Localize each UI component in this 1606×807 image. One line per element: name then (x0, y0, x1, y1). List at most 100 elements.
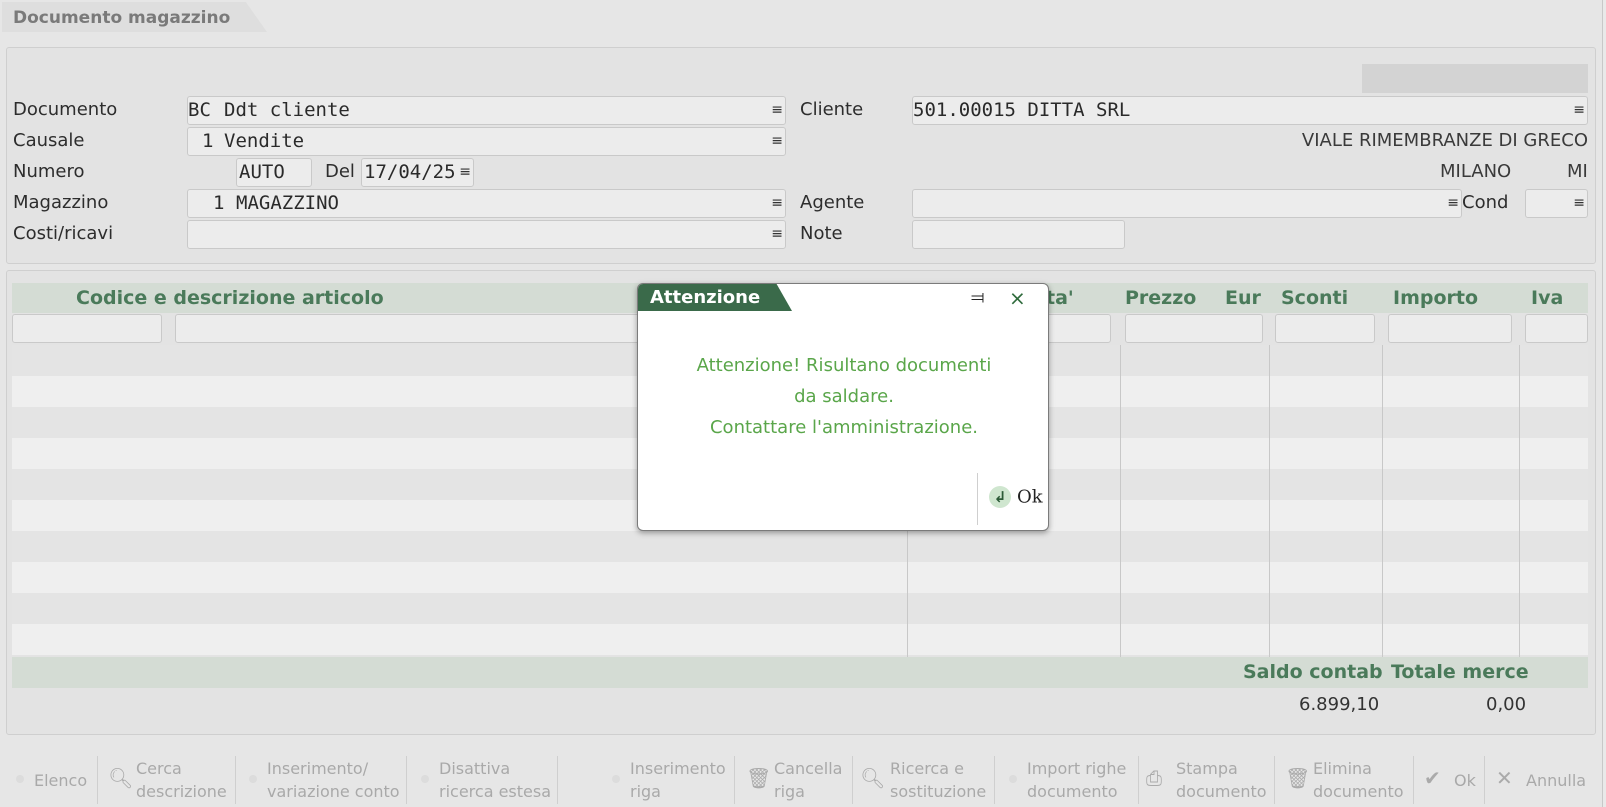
column-divider (1382, 345, 1383, 658)
document-window: Documento magazzino Documento BC Ddt clie… (0, 0, 1606, 807)
agente-field[interactable]: ≡ (912, 189, 1462, 218)
prezzo-input[interactable] (1125, 314, 1263, 343)
cond-field[interactable]: ≡ (1525, 189, 1588, 218)
collapse-icon[interactable]: ⨯ (1009, 286, 1026, 310)
documento-label: Documento (13, 99, 118, 120)
dialog-separator (977, 473, 978, 525)
dialog-ok-button[interactable]: ↲ Ok (989, 486, 1043, 512)
disattiva-ricerca-estesa-button[interactable]: Disattiva ricerca estesa (421, 755, 556, 805)
col-qta: ta' (1046, 287, 1074, 309)
column-divider (1269, 345, 1270, 658)
magazzino-label: Magazzino (13, 192, 109, 213)
quantita-input[interactable] (1040, 314, 1111, 343)
dialog-title: Attenzione (650, 287, 761, 308)
numero-label: Numero (13, 161, 85, 182)
descrizione-input[interactable] (175, 314, 655, 343)
calendar-menu-icon[interactable]: ≡ (459, 159, 471, 186)
bullet-icon (612, 775, 620, 783)
menu-icon[interactable]: ≡ (771, 221, 783, 248)
attention-dialog: Attenzione ⫤ ⨯ Attenzione! Risultano doc… (637, 283, 1049, 531)
cliente-address: VIALE RIMEMBRANZE DI GRECO (1301, 130, 1588, 151)
numero-field[interactable]: AUTO (236, 158, 312, 187)
dialog-title-tab: Attenzione (638, 284, 792, 311)
agente-label: Agente (800, 192, 865, 213)
column-divider (1120, 345, 1121, 658)
menu-icon[interactable]: ≡ (771, 128, 783, 155)
cancella-riga-button[interactable]: 🗑︎ Cancella riga (746, 755, 851, 805)
documento-field[interactable]: BC Ddt cliente ≡ (187, 96, 786, 125)
window-edge (1602, 0, 1606, 807)
search-icon: 🔍︎ (108, 766, 134, 790)
causale-field[interactable]: 1 Vendite ≡ (187, 127, 786, 156)
bullet-icon (421, 775, 429, 783)
table-row[interactable] (12, 593, 1588, 624)
costi-ricavi-field[interactable]: ≡ (187, 220, 786, 249)
importo-input[interactable] (1388, 314, 1512, 343)
col-prezzo: Prezzo (1125, 287, 1197, 309)
window-title: Documento magazzino (13, 8, 231, 28)
toolbar-separator (1413, 756, 1414, 804)
toolbar-separator (734, 756, 735, 804)
stampa-documento-button[interactable]: ⎙ Stampa documento (1146, 755, 1271, 805)
sconti-input[interactable] (1275, 314, 1375, 343)
col-eur: Eur (1225, 287, 1261, 309)
saldo-contab-label: Saldo contab (1243, 661, 1383, 683)
cerca-descrizione-button[interactable]: 🔍︎ Cerca descrizione (108, 755, 233, 805)
table-row[interactable] (12, 531, 1588, 562)
window-title-tab: Documento magazzino (2, 2, 267, 32)
inserimento-variazione-conto-button[interactable]: Inserimento/variazione conto (249, 755, 404, 805)
column-divider (1519, 345, 1520, 658)
saldo-contab-value: 6.899,10 (1299, 694, 1380, 715)
totale-merce-label: Totale merce (1391, 661, 1529, 683)
dialog-message: Attenzione! Risultano documenti da salda… (696, 355, 992, 438)
iva-input[interactable] (1525, 314, 1588, 343)
enter-icon: ↲ (989, 486, 1011, 508)
ricerca-sostituzione-button[interactable]: 🔍︎ Ricerca e sostituzione (860, 755, 990, 805)
pin-icon[interactable]: ⫤ (971, 287, 985, 308)
menu-icon[interactable]: ≡ (1447, 190, 1459, 217)
menu-icon[interactable]: ≡ (1573, 190, 1585, 217)
import-righe-documento-button[interactable]: Import righe documento (1009, 755, 1137, 805)
inserimento-riga-button[interactable]: Inserimento riga (612, 755, 732, 805)
col-articolo: Codice e descrizione articolo (76, 287, 384, 309)
elenco-button[interactable]: Elenco (16, 755, 96, 805)
col-importo: Importo (1393, 287, 1479, 309)
cliente-label: Cliente (800, 99, 864, 120)
cond-label: Cond (1462, 192, 1509, 213)
bullet-icon (249, 775, 257, 783)
elimina-documento-button[interactable]: 🗑︎ Elimina documento (1285, 755, 1410, 805)
annulla-button[interactable]: ✕ Annulla (1496, 755, 1596, 805)
toolbar-separator (97, 756, 98, 804)
menu-icon[interactable]: ≡ (771, 97, 783, 124)
toolbar-separator (994, 756, 995, 804)
trash-icon: 🗑︎ (1285, 766, 1311, 790)
table-row[interactable] (12, 562, 1588, 593)
cliente-city: MILANO (1440, 161, 1512, 182)
bullet-icon (1009, 775, 1017, 783)
cliente-province: MI (1567, 161, 1588, 182)
check-icon: ✔︎ (1424, 766, 1441, 790)
toolbar-separator (557, 756, 558, 804)
costi-ricavi-label: Costi/ricavi (13, 223, 114, 244)
date-field[interactable]: 17/04/25 ≡ (361, 158, 474, 187)
toolbar-separator (852, 756, 853, 804)
menu-icon[interactable]: ≡ (1573, 97, 1585, 124)
table-row[interactable] (12, 624, 1588, 655)
toolbar-separator (1484, 756, 1485, 804)
search-replace-icon: 🔍︎ (860, 766, 886, 790)
toolbar-separator (1274, 756, 1275, 804)
cliente-field[interactable]: 501.00015 DITTA SRL ≡ (912, 96, 1588, 125)
close-icon: ✕ (1496, 766, 1513, 790)
col-sconti: Sconti (1281, 287, 1349, 309)
codice-input[interactable] (12, 314, 162, 343)
toolbar-separator (1138, 756, 1139, 804)
bullet-icon (16, 775, 24, 783)
magazzino-field[interactable]: 1 MAGAZZINO ≡ (187, 189, 786, 218)
toolbar-separator (406, 756, 407, 804)
menu-icon[interactable]: ≡ (771, 190, 783, 217)
del-label: Del (325, 161, 355, 182)
toolbar-separator (235, 756, 236, 804)
note-field[interactable] (912, 220, 1125, 249)
status-area (1362, 64, 1588, 93)
ok-button[interactable]: ✔︎ Ok (1424, 755, 1482, 805)
